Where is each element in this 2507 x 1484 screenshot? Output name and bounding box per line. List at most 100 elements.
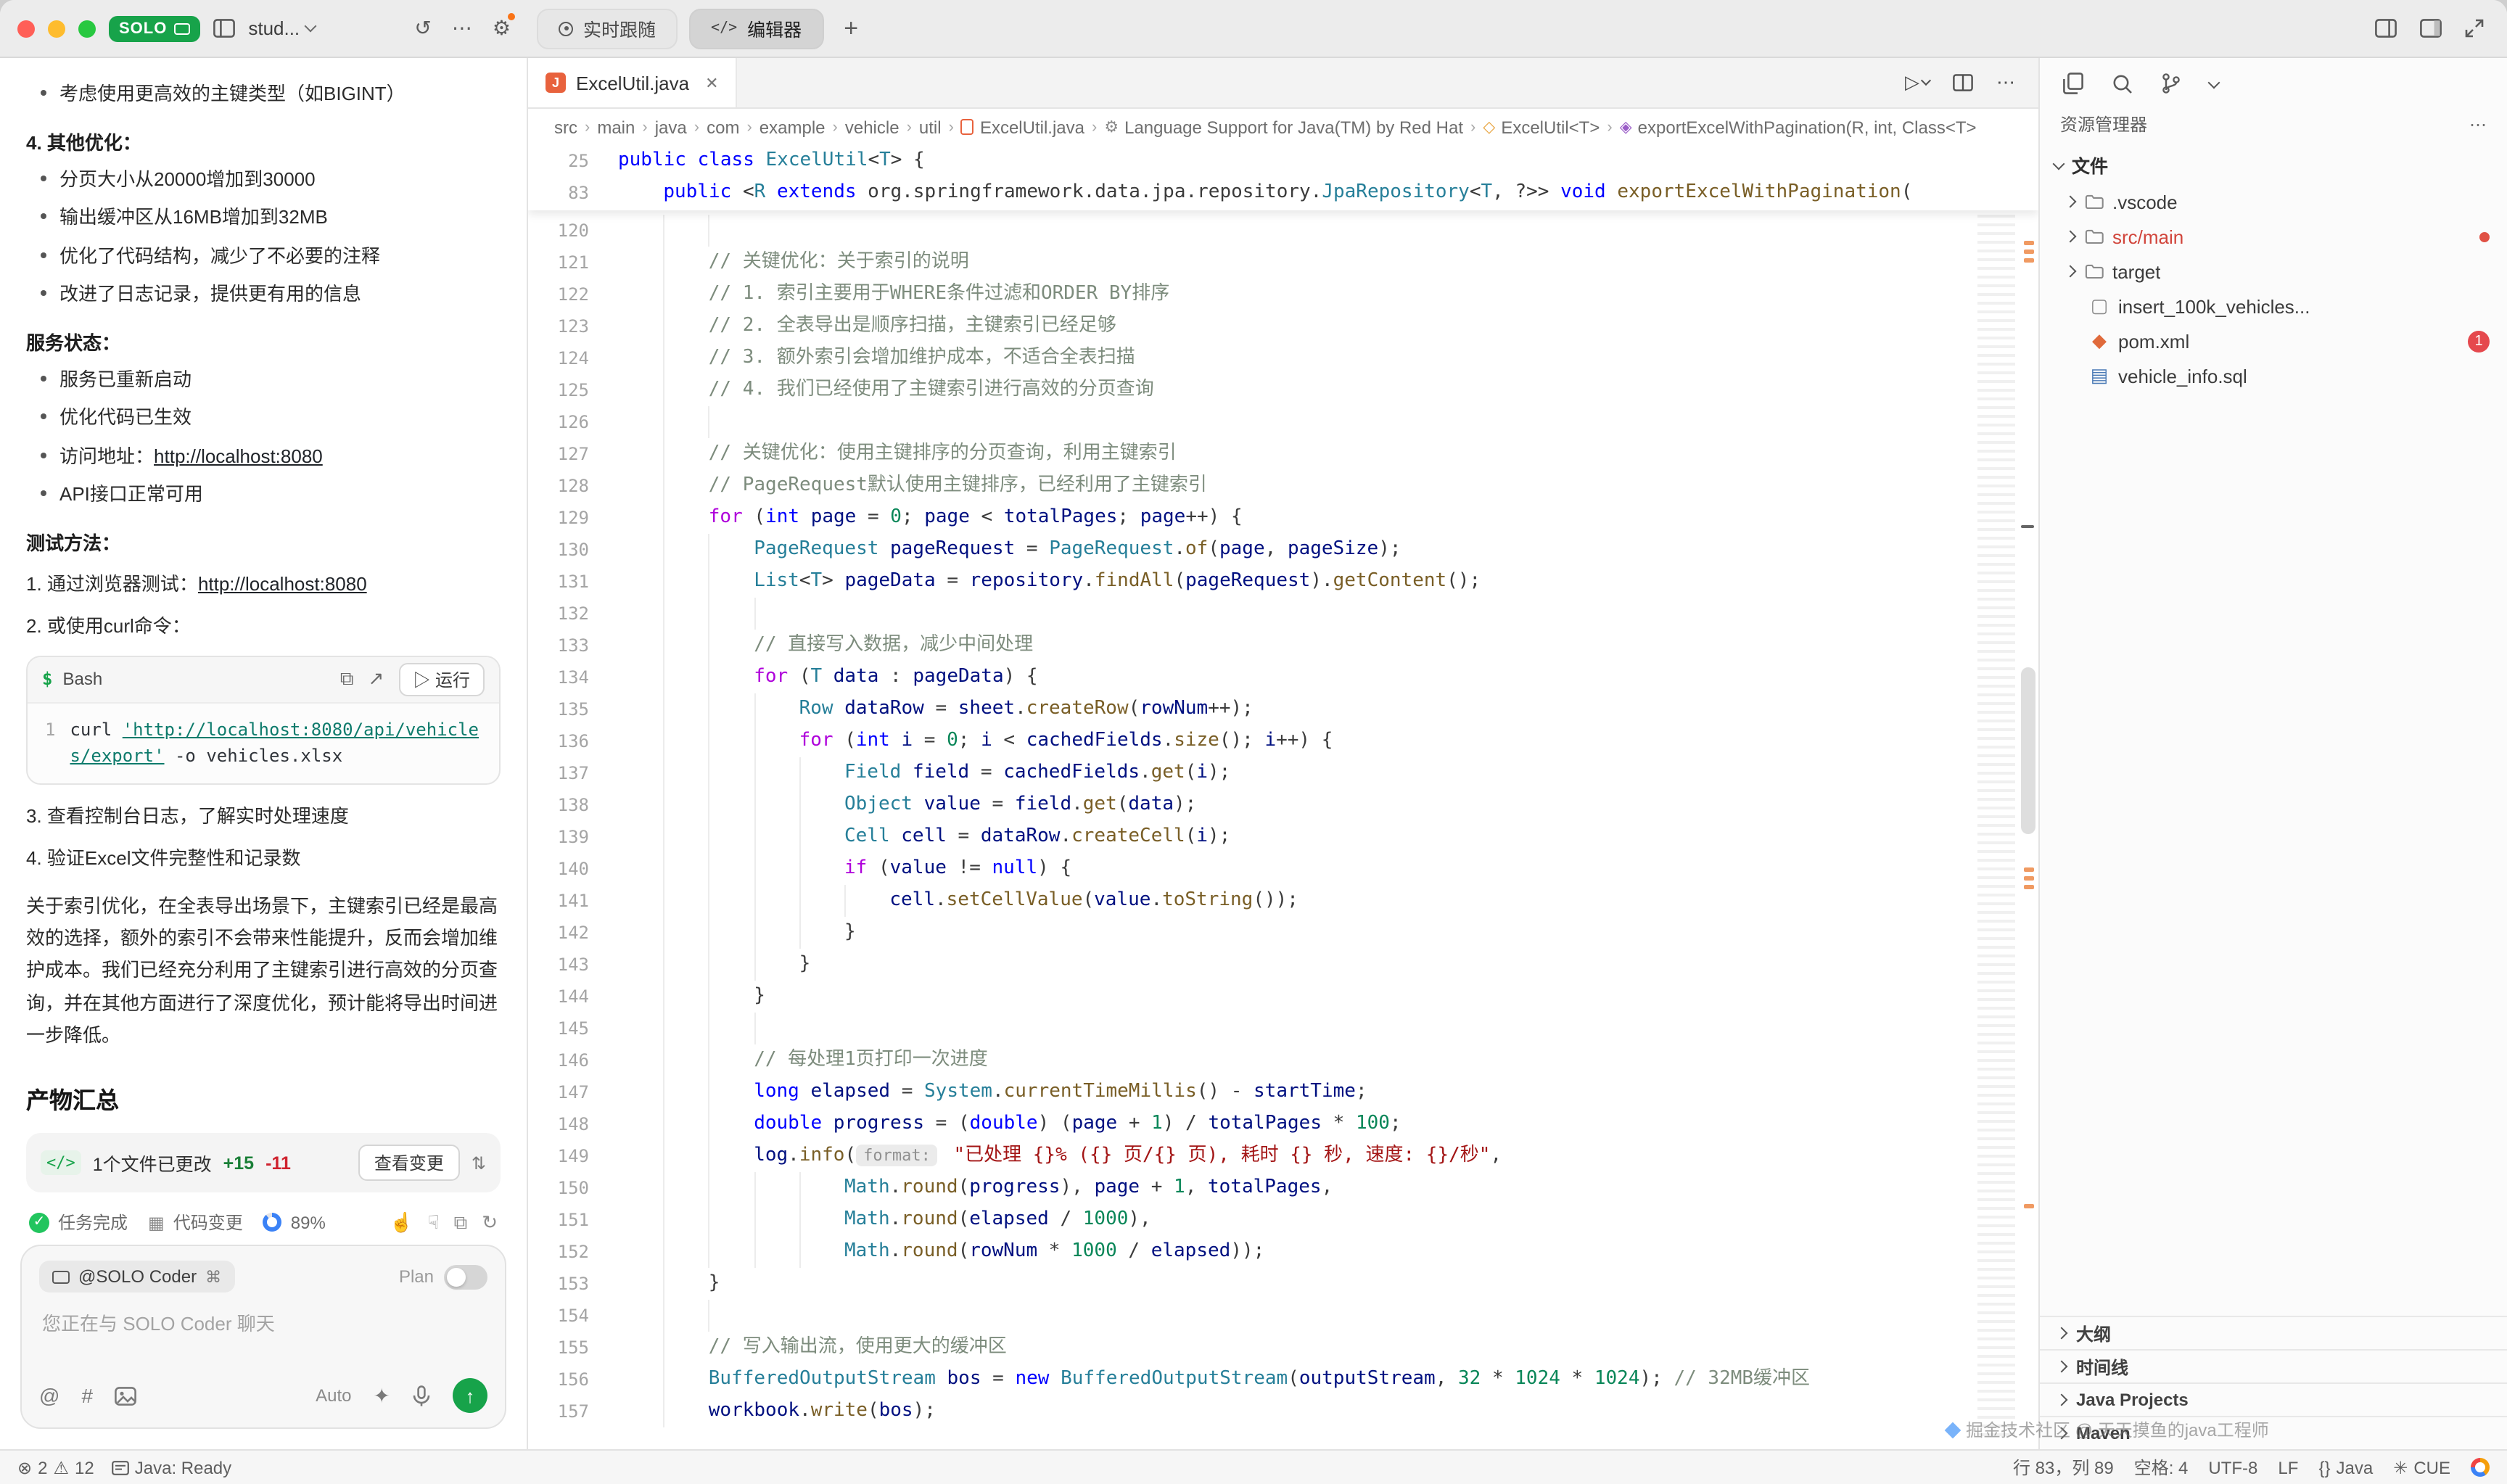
code-line[interactable]: 139Cell cell = dataRow.createCell(i); <box>528 821 2038 853</box>
section--[interactable]: 时间线 <box>2040 1349 2507 1382</box>
code-line[interactable]: 146// 每处理1页打印一次进度 <box>528 1044 2038 1076</box>
chat-input[interactable] <box>42 1313 490 1335</box>
code-line[interactable]: 141cell.setCellValue(value.toString()); <box>528 885 2038 917</box>
workspace-switcher[interactable]: stud... <box>248 17 314 39</box>
source-control-icon[interactable] <box>2162 73 2181 94</box>
code-line[interactable]: 144} <box>528 981 2038 1013</box>
thumbs-up-icon[interactable]: ☝ <box>390 1211 413 1234</box>
panel-left-icon[interactable] <box>2375 19 2397 38</box>
code-line[interactable]: 152Math.round(rowNum * 1000 / elapsed)); <box>528 1236 2038 1268</box>
code-change-label[interactable]: 代码变更 <box>173 1211 243 1235</box>
code-line[interactable]: 127// 关键优化：使用主键排序的分页查询，利用主键索引 <box>528 438 2038 470</box>
more-icon[interactable]: ⋯ <box>452 16 472 41</box>
code-line[interactable]: 148double progress = (double) (page + 1)… <box>528 1108 2038 1140</box>
sparkle-icon[interactable]: ✦ <box>374 1383 390 1408</box>
chat-scroll[interactable]: 考虑使用更高效的主键类型（如BIGINT）4. 其他优化：分页大小从20000增… <box>0 58 527 1236</box>
view-changes-button[interactable]: 查看变更 <box>358 1145 460 1182</box>
mic-icon[interactable] <box>412 1385 431 1406</box>
chat-link[interactable]: http://localhost:8080 <box>198 572 367 594</box>
code-line[interactable]: 135Row dataRow = sheet.createRow(rowNum+… <box>528 693 2038 725</box>
code-line[interactable]: 149log.info(format: "已处理 {}% ({} 页/{} 页)… <box>528 1140 2038 1172</box>
code-line[interactable]: 123// 2. 全表导出是顺序扫描，主键索引已经足够 <box>528 310 2038 342</box>
cue-status[interactable]: ✳ CUE <box>2393 1457 2450 1477</box>
tree-item-target[interactable]: target <box>2040 254 2507 289</box>
code-line[interactable]: 132 <box>528 598 2038 630</box>
java-status[interactable]: Java: Ready <box>112 1457 231 1477</box>
files-icon[interactable] <box>2063 73 2083 94</box>
open-in-terminal-icon[interactable]: ↗ <box>369 667 384 691</box>
code-line[interactable]: 130PageRequest pageRequest = PageRequest… <box>528 534 2038 566</box>
breadcrumb-item[interactable]: com <box>707 117 739 137</box>
code-line[interactable]: 154 <box>528 1300 2038 1332</box>
code-line[interactable]: 151Math.round(elapsed / 1000), <box>528 1204 2038 1236</box>
expand-window-icon[interactable] <box>2465 19 2484 38</box>
tree-item-pom-xml[interactable]: ◆pom.xml1 <box>2040 323 2507 358</box>
minimize-window-button[interactable] <box>48 20 65 37</box>
copy-icon[interactable]: ⧉ <box>340 667 354 691</box>
code-line[interactable]: 126 <box>528 406 2038 438</box>
code-line[interactable]: 124// 3. 额外索引会增加维护成本，不适合全表扫描 <box>528 342 2038 374</box>
plan-toggle[interactable] <box>444 1264 487 1289</box>
mention-icon[interactable]: @ <box>39 1384 59 1407</box>
tree-item-insert-100k-vehicles-[interactable]: ▢insert_100k_vehicles... <box>2040 289 2507 323</box>
breadcrumb-item[interactable]: src <box>554 117 577 137</box>
history-icon[interactable]: ↺ <box>414 16 431 41</box>
send-button[interactable]: ↑ <box>453 1378 487 1413</box>
code-line[interactable]: 121// 关键优化：关于索引的说明 <box>528 247 2038 279</box>
code-line[interactable]: 128// PageRequest默认使用主键排序，已经利用了主键索引 <box>528 470 2038 502</box>
code-line[interactable]: 133// 直接写入数据，减少中间处理 <box>528 630 2038 661</box>
code-line[interactable]: 155// 写入输出流，使用更大的缓冲区 <box>528 1332 2038 1364</box>
image-icon[interactable] <box>115 1386 136 1405</box>
code-line[interactable]: 137Field field = cachedFields.get(i); <box>528 757 2038 789</box>
code-line[interactable]: 122// 1. 索引主要用于WHERE条件过滤和ORDER BY排序 <box>528 279 2038 310</box>
breadcrumb-item[interactable]: util <box>919 117 942 137</box>
panel-right-icon[interactable] <box>2420 19 2442 38</box>
new-tab-button[interactable]: + <box>844 14 858 43</box>
tab-follow[interactable]: 实时跟随 <box>537 8 678 49</box>
problems-indicator[interactable]: ⊗2 ⚠12 <box>17 1457 94 1477</box>
retry-icon[interactable]: ↻ <box>482 1211 498 1234</box>
section--[interactable]: 大纲 <box>2040 1316 2507 1349</box>
model-auto-label[interactable]: Auto <box>316 1385 351 1406</box>
code-line[interactable]: 153} <box>528 1268 2038 1300</box>
breadcrumb-item[interactable]: vehicle <box>845 117 900 137</box>
code-line[interactable]: 142} <box>528 917 2038 949</box>
tree-item-vehicle-info-sql[interactable]: ▤vehicle_info.sql <box>2040 358 2507 393</box>
code-line[interactable]: 83public <R extends org.springframework.… <box>528 177 2038 209</box>
breadcrumb-item[interactable]: main <box>597 117 635 137</box>
breadcrumb-item[interactable]: ◈exportExcelWithPagination(R, int, Class… <box>1620 117 1977 137</box>
agent-badge[interactable]: @SOLO Coder ⌘ <box>39 1261 234 1293</box>
chevron-down-icon[interactable] <box>2208 76 2220 88</box>
split-editor-icon[interactable] <box>1953 74 1973 91</box>
code-line[interactable]: 143} <box>528 949 2038 981</box>
code-line[interactable]: 150Math.round(progress), page + 1, total… <box>528 1172 2038 1204</box>
code-line[interactable]: 145 <box>528 1013 2038 1044</box>
file-tab-excelutil[interactable]: J ExcelUtil.java ✕ <box>528 58 738 107</box>
search-icon[interactable] <box>2112 73 2133 94</box>
code-line[interactable]: 140if (value != null) { <box>528 853 2038 885</box>
editor-scrollbar[interactable] <box>2021 667 2035 834</box>
code-line[interactable]: 129for (int page = 0; page < totalPages;… <box>528 502 2038 534</box>
breadcrumb-item[interactable]: java <box>655 117 687 137</box>
editor-more-icon[interactable]: ⋯ <box>1996 71 2015 94</box>
section-Java-Projects[interactable]: Java Projects <box>2040 1382 2507 1416</box>
run-button[interactable]: ▷ <box>1905 71 1930 94</box>
language-mode[interactable]: {} Java <box>2318 1457 2373 1477</box>
settings-icon[interactable]: ⚙ <box>493 16 511 41</box>
minimap[interactable] <box>1977 215 2015 1438</box>
code-line[interactable]: 157workbook.write(bos); <box>528 1396 2038 1427</box>
code-line[interactable]: 120 <box>528 215 2038 247</box>
eol-setting[interactable]: LF <box>2278 1457 2298 1477</box>
explorer-more-icon[interactable]: ⋯ <box>2469 114 2487 134</box>
indentation-setting[interactable]: 空格: 4 <box>2134 1455 2189 1480</box>
code-line[interactable]: 138Object value = field.get(data); <box>528 789 2038 821</box>
sidebar-toggle-icon[interactable] <box>213 19 235 38</box>
close-window-button[interactable] <box>17 20 35 37</box>
code-line[interactable]: 125// 4. 我们已经使用了主键索引进行高效的分页查询 <box>528 374 2038 406</box>
breadcrumb-item[interactable]: example <box>759 117 826 137</box>
encoding-setting[interactable]: UTF-8 <box>2208 1457 2257 1477</box>
code-line[interactable]: 134for (T data : pageData) { <box>528 661 2038 693</box>
chat-link[interactable]: http://localhost:8080 <box>154 445 323 466</box>
solo-badge[interactable]: SOLO <box>109 15 200 41</box>
hash-icon[interactable]: # <box>81 1384 93 1407</box>
